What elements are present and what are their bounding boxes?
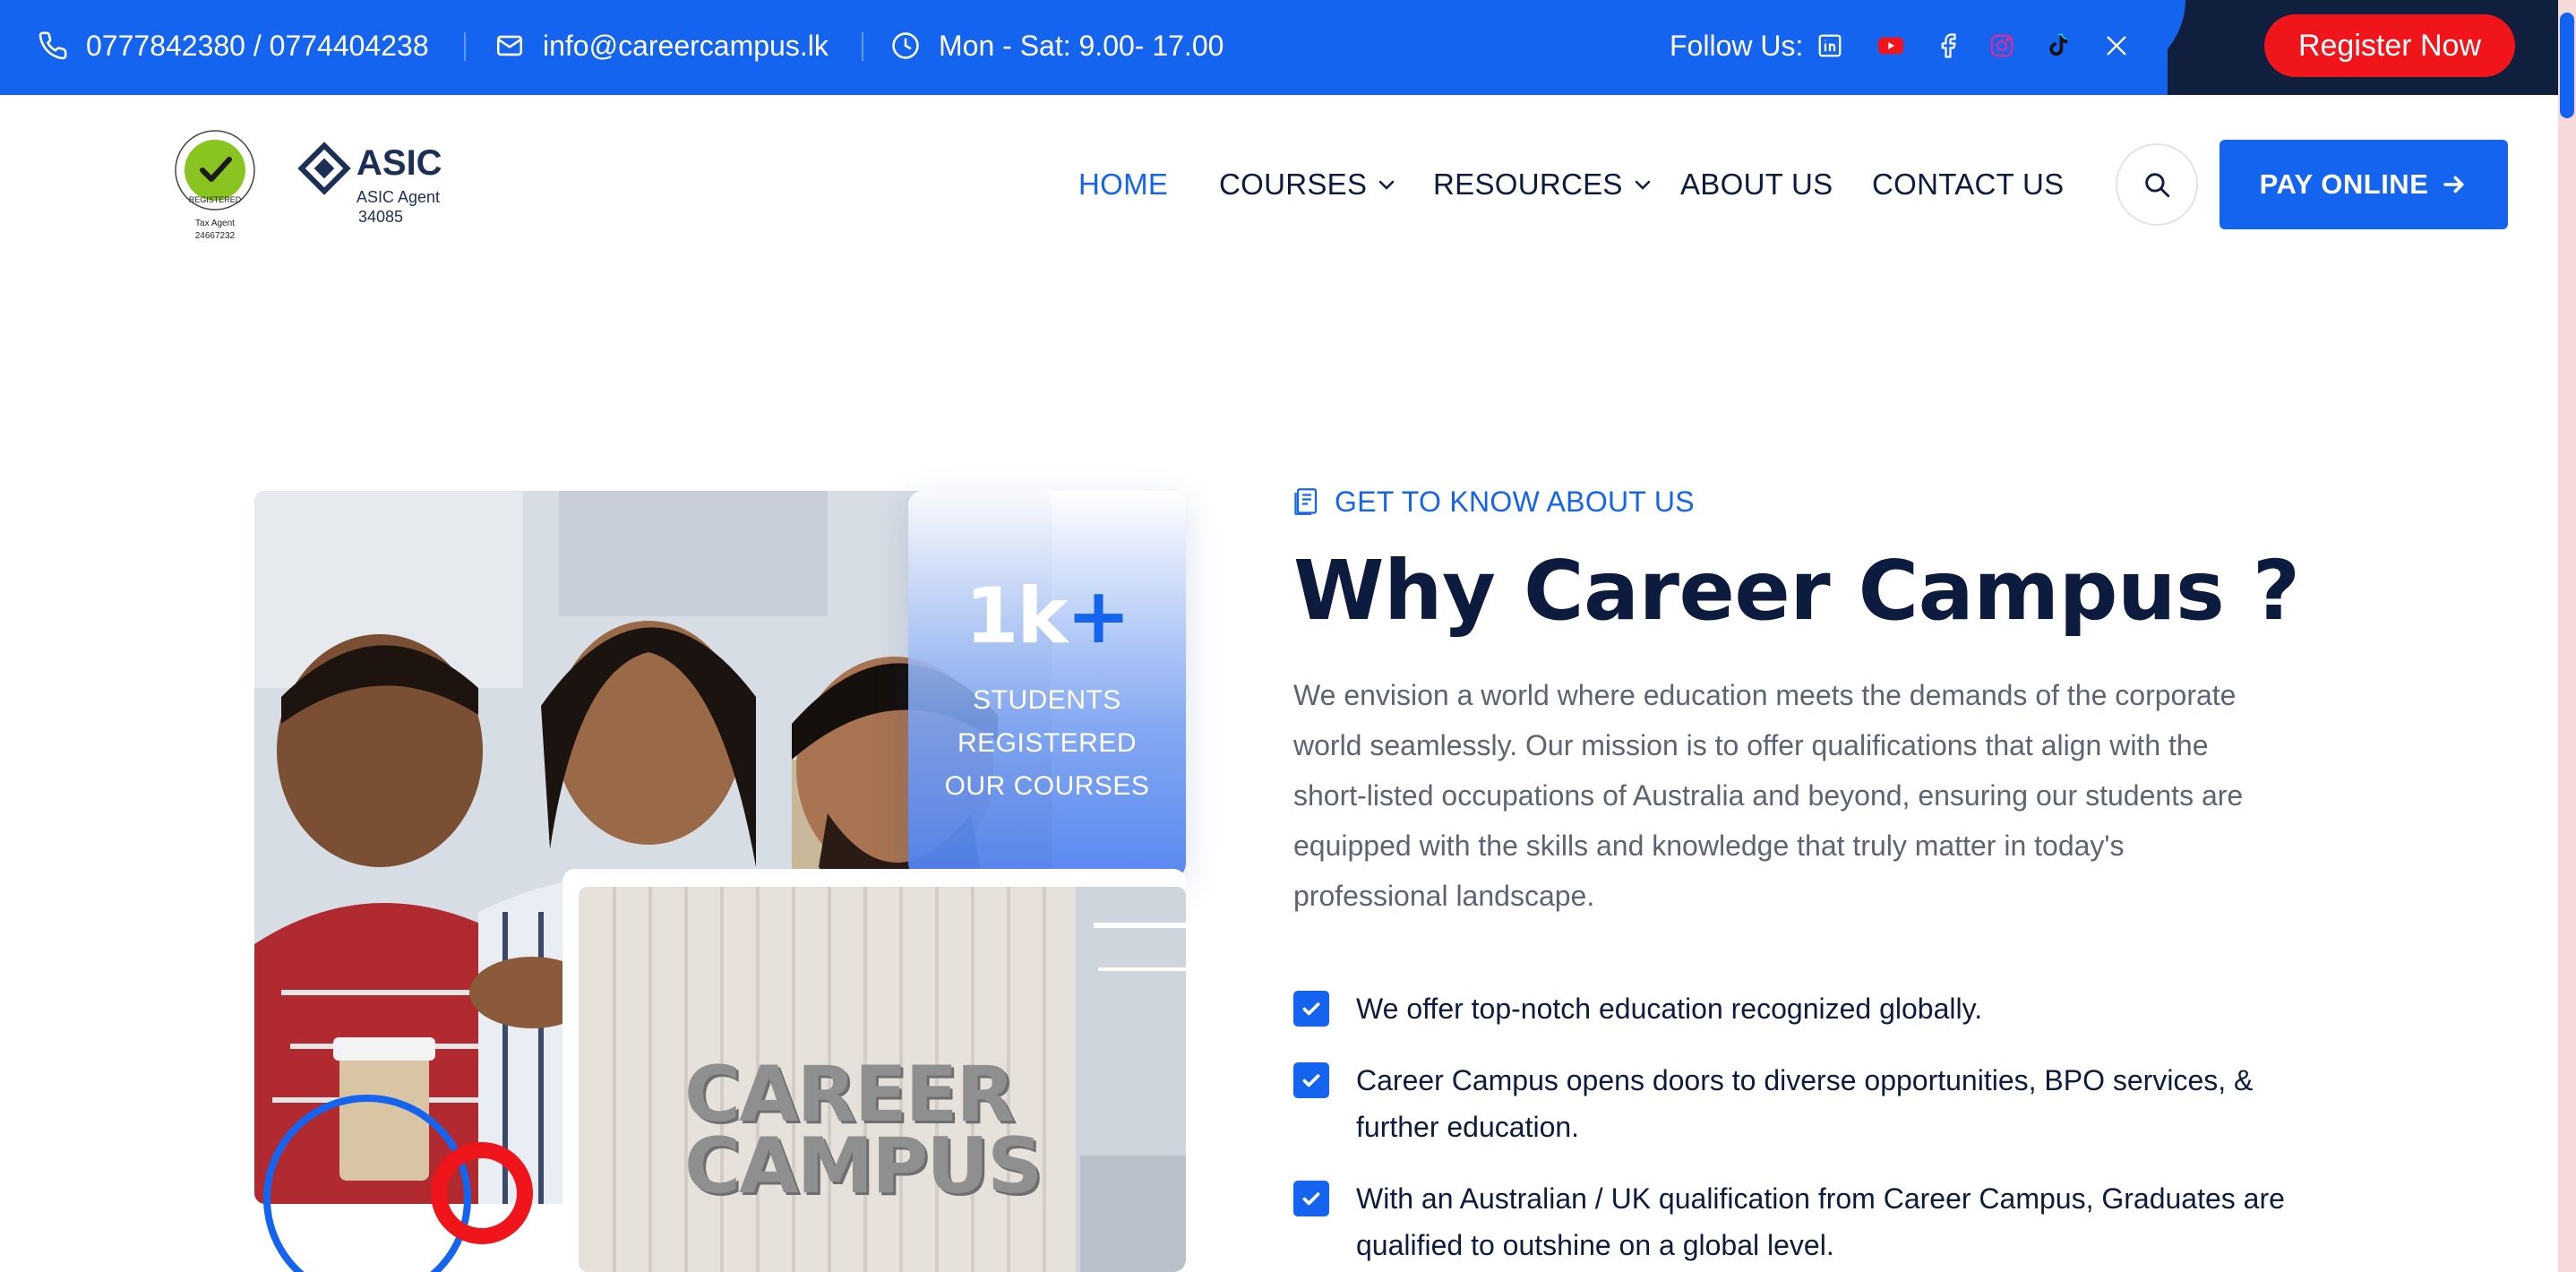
pay-online-button[interactable]: PAY ONLINE [2220,140,2508,229]
check-list-item: With an Australian / UK qualification fr… [1293,1175,2306,1268]
tpb-number: 24667232 [194,231,236,241]
opening-hours: Mon - Sat: 9.00- 17.00 [890,0,1224,91]
nav-courses-label: COURSES [1219,168,1368,201]
check-text: Career Campus opens doors to diverse opp… [1356,1064,2254,1143]
stat-caption: STUDENTS REGISTERED OUR COURSES [945,679,1150,808]
asic-number: 34085 [358,208,404,226]
campus-sign-photo: CAREER CAMPUS [562,869,1186,1272]
section-title: Why Career Campus ? [1293,543,2300,639]
section-eyebrow: GET TO KNOW ABOUT US [1293,480,1695,523]
check-list-item: We offer top-notch education recognized … [1293,985,2306,1032]
youtube-icon[interactable] [1876,30,1906,61]
stat-value: 1k [965,572,1068,661]
tiktok-icon[interactable] [2042,30,2073,61]
eyebrow-text: GET TO KNOW ABOUT US [1335,485,1695,518]
checkbox-icon [1293,1062,1329,1098]
nav-home-label: HOME [1078,168,1169,201]
nav-resources[interactable]: RESOURCES [1433,161,1653,208]
x-twitter-icon[interactable] [2101,30,2132,61]
nav-resources-label: RESOURCES [1433,168,1623,201]
asic-emblem-icon [297,142,351,195]
campus-sign-image: CAREER CAMPUS [579,887,1186,1272]
check-text: We offer top-notch education recognized … [1356,993,1983,1025]
decorative-red-ring [431,1142,533,1244]
phone-text: 0777842380 / 0774404238 [86,29,429,62]
page-scrollbar[interactable] [2558,0,2576,1272]
scrollbar-thumb[interactable] [2560,13,2574,118]
nav-about-us[interactable]: ABOUT US [1680,161,1833,208]
stat-line-1: STUDENTS [973,685,1121,715]
divider [862,32,863,61]
chevron-down-icon [1379,180,1395,190]
clock-icon [892,32,919,59]
students-stat-card: 1k+ STUDENTS REGISTERED OUR COURSES [908,491,1186,878]
hours-text: Mon - Sat: 9.00- 17.00 [939,29,1224,62]
asic-logo[interactable]: ASIC ASIC Agent 34085 [296,138,448,228]
linkedin-icon[interactable] [1815,30,1845,61]
email-text: info@careercampus.lk [543,29,829,62]
tpb-logo[interactable]: REGISTERED Tax Agent 24667232 [172,127,258,244]
email-contact[interactable]: info@careercampus.lk [494,0,829,91]
sign-line-2: CAMPUS [684,1122,1043,1211]
checkbox-icon [1293,991,1329,1027]
nav-home[interactable]: HOME [1078,161,1168,208]
tpb-caption: Tax Agent [195,219,235,228]
check-text: With an Australian / UK qualification fr… [1356,1182,2285,1261]
phone-icon [39,31,67,60]
book-icon [1294,488,1318,515]
follow-us-label: Follow Us: [1670,29,1804,62]
tpb-badge-text: REGISTERED [188,195,242,204]
stat-line-2: REGISTERED [957,728,1137,758]
stat-number: 1k+ [965,572,1130,661]
search-button[interactable] [2116,143,2198,226]
mission-paragraph: We envision a world where education meet… [1293,679,2244,912]
arrow-right-icon [2443,176,2464,193]
asic-name: ASIC [356,143,442,183]
chevron-down-icon [1635,180,1650,190]
checkbox-icon [1293,1181,1329,1216]
search-icon [2145,173,2170,198]
asic-caption: ASIC Agent [356,188,441,206]
stat-line-3: OUR COURSES [944,771,1150,801]
nav-contact-us[interactable]: CONTACT US [1872,161,2064,208]
nav-contact-label: CONTACT US [1872,168,2065,201]
nav-courses[interactable]: COURSES [1219,161,1397,208]
instagram-icon[interactable] [1987,30,2017,61]
phone-contact[interactable]: 0777842380 / 0774404238 [38,0,429,91]
stat-plus: + [1066,572,1130,661]
register-now-button[interactable]: Register Now [2264,14,2515,77]
facebook-icon[interactable] [1933,30,1963,61]
pay-online-label: PAY ONLINE [2259,168,2429,200]
nav-about-label: ABOUT US [1680,168,1833,201]
check-list-item: Career Campus opens doors to diverse opp… [1293,1057,2306,1150]
divider [464,32,466,61]
mail-icon [496,35,523,56]
